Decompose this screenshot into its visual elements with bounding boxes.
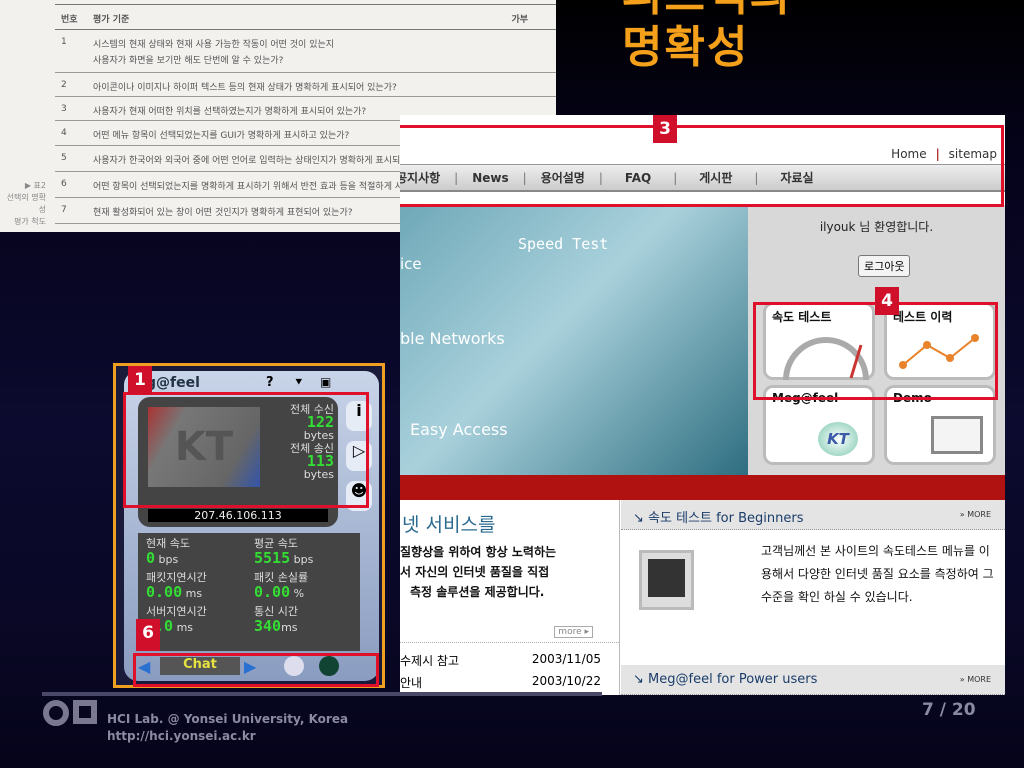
ip-address: 207.46.106.113 [148,509,328,522]
headline: 넷 서비스를 [402,514,496,536]
table-row: 1 시스템의 현재 상태와 현재 사용 가능한 작동이 어떤 것이 있는지 사용자가… [55,31,556,73]
notice-date: 2003/10/22 [531,674,601,688]
welcome-text: ilyouk 님 환영합니다. [819,220,934,234]
footer-org: HCI Lab. @ Yonsei University, Korea [107,712,349,726]
badge-1: 1 [128,366,152,394]
notice-date: 2003/11/05 [531,652,601,666]
megfeel-widget: g@feel ? ⯆ ▣ KT 전체 수신 122 bytes 전체 송신 113 by… [113,363,385,688]
badge-4: 4 [875,287,899,315]
kt-logo: KT [818,422,858,456]
page-number: 7 / 20 [922,700,976,720]
badge-3: 3 [653,115,677,143]
notice-link[interactable]: 수제시 참고 [400,652,459,669]
hci-lab-logo [43,698,101,740]
red-divider [400,475,1005,500]
beginners-header[interactable]: ↘ 속도 테스트 for Beginners» MORE [621,500,1005,530]
table-header: 번호 평가 기준 가부 [55,4,556,30]
hero-banner: Speed Test ice ble Networks Easy Access [400,205,748,475]
help-icon[interactable]: ? [266,375,274,390]
highlight-box-1 [123,392,369,508]
notice-link[interactable]: 안내 [400,674,422,691]
slide-title-line2: 명확성 [622,22,750,73]
logout-button[interactable]: 로그아웃 [858,255,911,277]
highlight-box-6 [133,653,379,687]
table-caption: ▶ 표2 선택의 명확성 평가 척도 [6,181,46,226]
table-row: 2 아이콘이나 이미지나 하이퍼 텍스트 등의 현재 상태가 명확하게 표시되어 … [55,73,556,97]
monitor-icon [931,416,983,454]
slide-title-line1: 피드백의 [622,0,792,22]
minimize-icon[interactable]: ⯆ [294,375,304,390]
highlight-box-3 [400,125,1004,207]
more-button[interactable]: more ▸ [554,626,593,638]
badge-6: 6 [136,619,160,651]
beginners-text: 고객님께선 본 사이트의 속도테스트 메뉴를 이용해서 다양한 인터넷 품질 요… [761,544,994,604]
footer-url: http://hci.yonsei.ac.kr [107,729,256,743]
highlight-box-4 [753,302,998,400]
computer-image [639,550,694,610]
power-users-header[interactable]: ↘ Meg@feel for Power users» MORE [621,665,1005,695]
website-screenshot: Home | sitemap 공지사항 | News | 용어설명 | FAQ | 게시… [400,115,1005,695]
intro-text: 질향상을 위하여 항상 노력하는 서 자신의 인터넷 품질을 직접 측정 솔루션을 … [400,545,557,599]
window-icon[interactable]: ▣ [320,375,331,389]
